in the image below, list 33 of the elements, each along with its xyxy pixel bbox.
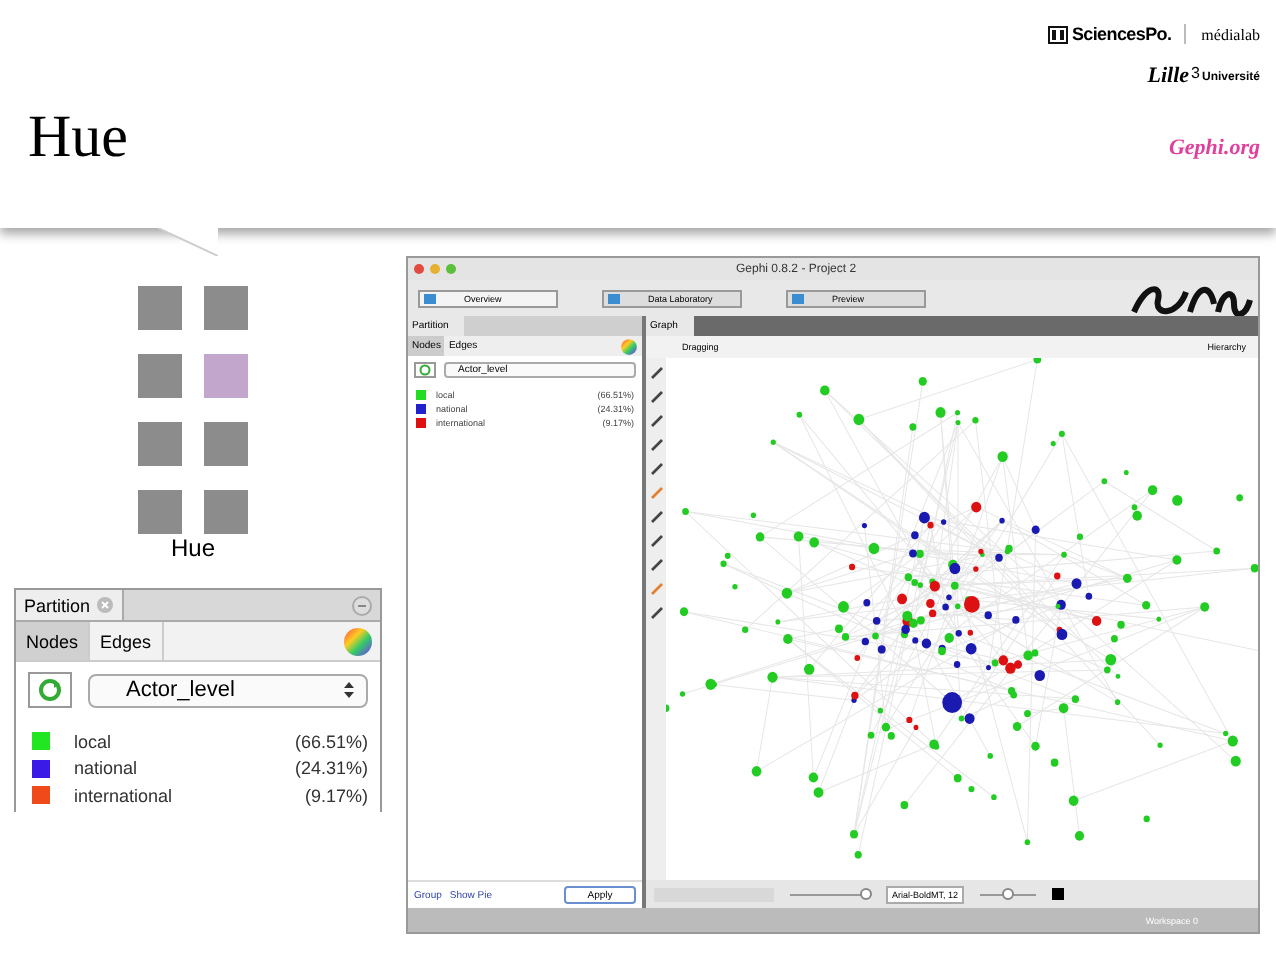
- swatch-caption: Hue: [170, 534, 215, 562]
- partition-label: national: [74, 758, 140, 779]
- lille-logo: Lille: [1147, 64, 1190, 88]
- attribute-dropdown[interactable]: Actor_level: [88, 673, 368, 707]
- slider-thumb[interactable]: [1002, 887, 1015, 899]
- gephi-logo-icon: [1130, 280, 1254, 316]
- partition-label: local: [74, 731, 114, 752]
- minimize-icon[interactable]: [352, 595, 372, 615]
- subtab[interactable]: Nodes: [16, 622, 91, 660]
- close-light-icon[interactable]: [414, 264, 424, 274]
- panel-tab[interactable]: Partition: [16, 590, 125, 620]
- close-icon[interactable]: [96, 596, 115, 614]
- zoom-light-icon[interactable]: [446, 264, 456, 274]
- subtab[interactable]: Edges: [90, 622, 164, 660]
- building-logo-icon: [1047, 25, 1068, 43]
- partition-label: international: [74, 785, 175, 806]
- color-picker[interactable]: [1052, 888, 1065, 900]
- refresh-icon: [36, 678, 64, 702]
- lille-number: 3: [1191, 64, 1200, 82]
- medialab-logo: médialab: [1199, 25, 1260, 43]
- partition-share: (24.31%): [294, 758, 368, 779]
- color-wheel-icon[interactable]: [620, 337, 638, 355]
- partition-share: (9.17%): [304, 785, 368, 806]
- color-wheel-icon[interactable]: [342, 625, 374, 657]
- partition-share: (66.51%): [294, 731, 368, 752]
- sciences-po-logo: SciencesPo.: [1071, 24, 1186, 44]
- stepper-icon: [344, 682, 354, 698]
- slider-thumb[interactable]: [860, 887, 872, 899]
- gephi-logo: Gephi.org: [1168, 136, 1260, 160]
- slide-title: Hue: [28, 104, 128, 174]
- refresh-button[interactable]: [414, 362, 436, 378]
- refresh-button[interactable]: [28, 672, 72, 708]
- refresh-icon: [418, 364, 432, 376]
